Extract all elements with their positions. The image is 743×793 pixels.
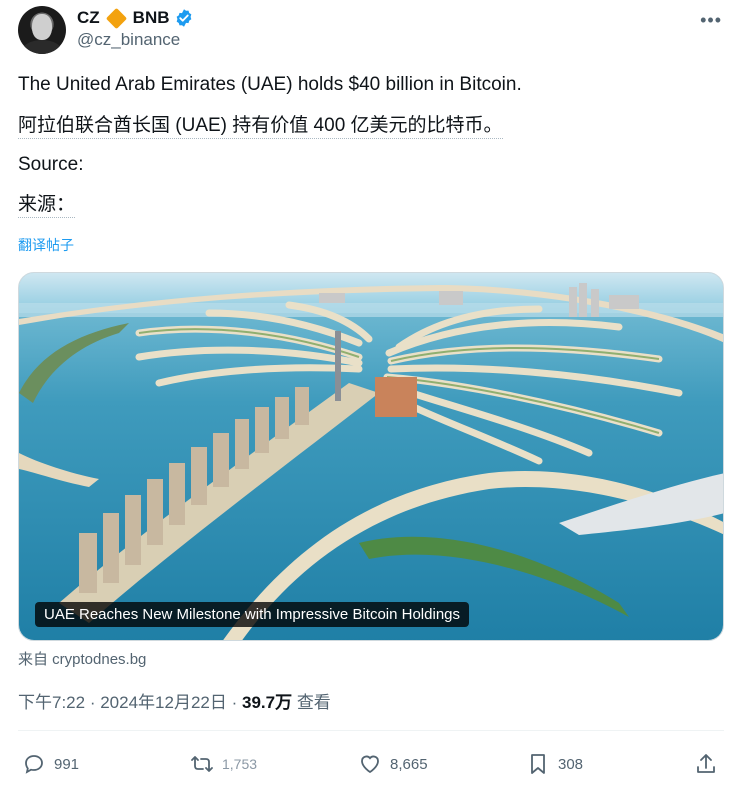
bookmark-button[interactable]: 308	[526, 748, 583, 780]
post-time[interactable]: 下午7:22	[18, 693, 85, 712]
post-text-line-3: Source:	[18, 151, 83, 179]
meta-separator: ·	[89, 693, 101, 712]
repost-button[interactable]: 1,753	[190, 748, 257, 780]
avatar-face	[32, 14, 52, 40]
post-text-line-1: The United Arab Emirates (UAE) holds $40…	[18, 71, 522, 99]
divider	[18, 730, 724, 731]
views-label: 查看	[296, 693, 331, 712]
more-options-icon[interactable]: •••	[700, 10, 722, 31]
bookmark-icon	[531, 754, 545, 774]
link-card[interactable]: UAE Reaches New Milestone with Impressiv…	[18, 272, 724, 641]
bnb-diamond-icon	[105, 7, 127, 29]
heart-icon	[361, 755, 379, 774]
view-count: 39.7万	[241, 693, 293, 712]
card-source[interactable]: 来自 cryptodnes.bg	[18, 648, 146, 669]
ticker-label: BNB	[132, 8, 170, 27]
reply-button[interactable]: 991	[22, 748, 79, 780]
post-text-zh: 阿拉伯联合酋长国 (UAE) 持有价值 400 亿美元的比特币。	[18, 115, 503, 139]
card-caption: UAE Reaches New Milestone with Impressiv…	[35, 602, 470, 627]
repost-count: 1,753	[222, 756, 258, 772]
repost-icon	[191, 756, 213, 772]
user-handle[interactable]: @cz_binance	[77, 30, 180, 50]
post-text-en: The United Arab Emirates (UAE) holds $40…	[18, 74, 522, 95]
post-text-line-4: 来源：	[18, 191, 76, 219]
post-text-line-2: 阿拉伯联合酋长国 (UAE) 持有价值 400 亿美元的比特币。	[18, 112, 503, 140]
reply-count: 991	[54, 755, 80, 773]
reply-icon	[25, 755, 43, 774]
share-icon	[697, 754, 715, 773]
share-button[interactable]	[694, 748, 726, 780]
post-meta: 下午7:22 · 2024年12月22日 · 39.7万 查看	[18, 688, 331, 713]
verified-badge-icon	[176, 9, 191, 27]
translate-post-link[interactable]: 翻译帖子	[18, 235, 74, 255]
display-name[interactable]: CZ	[77, 8, 100, 28]
source-label-zh: 来源：	[18, 194, 76, 218]
card-image	[19, 273, 723, 640]
like-count: 8,665	[390, 755, 428, 773]
action-bar: 991 1,753 8,665 308	[18, 748, 724, 780]
avatar-shoulders	[22, 40, 62, 54]
bookmark-count: 308	[558, 755, 584, 773]
avatar[interactable]	[18, 6, 66, 54]
source-label-en: Source:	[18, 154, 84, 175]
post-date[interactable]: 2024年12月22日	[100, 693, 227, 712]
name-row[interactable]: CZ BNB	[77, 7, 194, 29]
post-header: CZ BNB @cz_binance •••	[18, 4, 728, 54]
like-button[interactable]: 8,665	[358, 748, 428, 780]
meta-separator: ·	[231, 693, 242, 712]
